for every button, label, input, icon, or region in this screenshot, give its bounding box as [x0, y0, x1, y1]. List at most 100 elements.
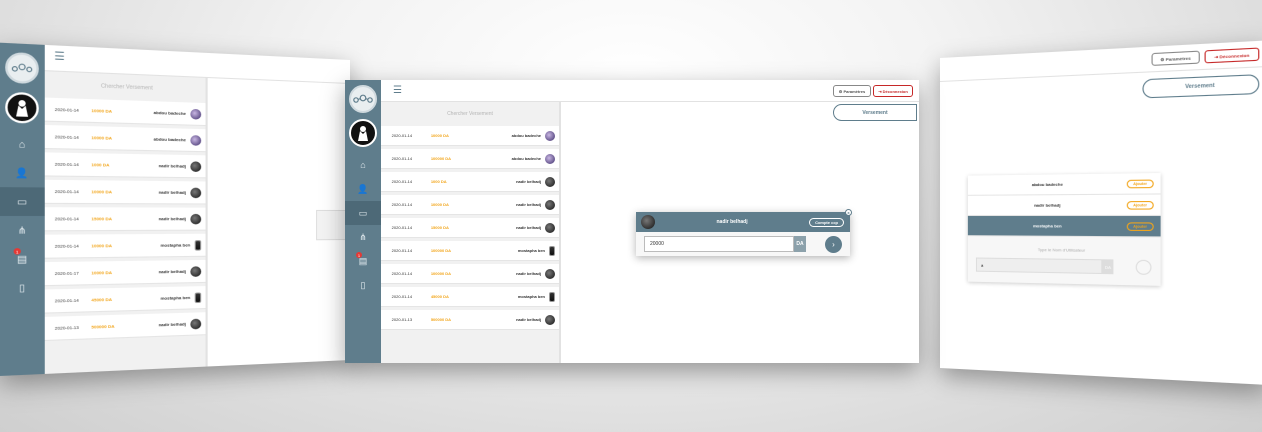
- hamburger-icon[interactable]: ☰: [393, 86, 402, 96]
- logo-icon[interactable]: [349, 85, 377, 113]
- parametres-button[interactable]: ⚙ Paramètres: [1151, 50, 1200, 66]
- profile-avatar[interactable]: [5, 91, 39, 124]
- deconnexion-button[interactable]: ⇥ Déconnexion: [1204, 47, 1260, 64]
- add-user-button[interactable]: Ajouter: [1126, 178, 1154, 188]
- right-screen: ⚙ Paramètres ⇥ Déconnexion Versement abd…: [940, 40, 1262, 386]
- modal-user-name: nadir belhadj: [716, 219, 748, 225]
- row-date: 2020-01-13: [54, 324, 79, 331]
- row-name: mostapha ben: [160, 242, 191, 248]
- chevron-right-icon[interactable]: ›: [825, 235, 842, 253]
- row-name: nadir belhadj: [516, 225, 541, 230]
- transaction-row[interactable]: 2020-01-14 1000 DA nadir belhadj: [381, 172, 559, 192]
- card-icon[interactable]: ▭: [0, 187, 45, 216]
- row-avatar: [194, 239, 202, 251]
- row-avatar: [545, 130, 555, 141]
- home-icon[interactable]: ⌂: [0, 129, 45, 159]
- row-amount: 500000 DA: [430, 317, 452, 322]
- user-edit-icon[interactable]: 👤: [345, 177, 381, 201]
- transaction-list: Chercher Versement 2020-01-14 10000 DA abd…: [381, 102, 559, 363]
- transaction-row[interactable]: 2020-01-14 10000 DA abdou badeche: [381, 126, 559, 146]
- versement-button[interactable]: Versement: [833, 104, 917, 121]
- close-icon[interactable]: x: [845, 209, 852, 216]
- document-icon[interactable]: ▤ 1: [0, 245, 45, 274]
- hamburger-icon[interactable]: ☰: [54, 51, 65, 64]
- row-avatar: [545, 268, 555, 279]
- row-name: mostapha ben: [160, 294, 191, 301]
- transaction-row[interactable]: 2020-01-14 45000 DA mostapha ben: [381, 287, 559, 307]
- row-name: mostapha ben: [517, 248, 545, 253]
- document-icon[interactable]: ▤ 1: [345, 249, 381, 273]
- list-divider: [559, 102, 561, 363]
- submit-button[interactable]: [1135, 259, 1152, 275]
- search-input[interactable]: Chercher Versement: [381, 102, 559, 126]
- user-list-item[interactable]: abdou badeche Ajouter: [967, 173, 1161, 196]
- row-name: nadir belhadj: [158, 321, 186, 328]
- versement-modal: nadir belhadj Compte ccp x 20000 DA ›: [636, 209, 852, 256]
- row-avatar: [549, 291, 555, 302]
- left-sidebar: ⌂ 👤 ▭ ⋔ ▤ 1 ▯: [0, 42, 45, 377]
- row-date: 2020-01-14: [54, 216, 79, 222]
- deconnexion-button[interactable]: ⇥ Déconnexion: [873, 85, 913, 97]
- row-name: nadir belhadj: [516, 271, 541, 276]
- row-amount: 45000 DA: [91, 296, 113, 303]
- transaction-row[interactable]: 2020-01-14 45000 DA mostapha ben: [44, 286, 206, 314]
- network-icon[interactable]: ⋔: [0, 216, 45, 245]
- row-date: 2020-01-14: [391, 179, 413, 184]
- add-user-button[interactable]: Ajouter: [1126, 221, 1154, 231]
- parametres-button[interactable]: ⚙ Paramètres: [833, 85, 871, 97]
- transaction-row[interactable]: 2020-01-14 10000 DA mostapha ben: [44, 233, 206, 259]
- main-sidebar: ⌂ 👤 ▭ ⋔ ▤ 1 ▯: [345, 80, 381, 363]
- transaction-row[interactable]: 2020-01-14 100000 DA mostapha ben: [381, 241, 559, 261]
- row-name: mostapha ben: [517, 294, 545, 299]
- row-avatar: [545, 176, 555, 187]
- row-date: 2020-01-14: [54, 243, 79, 249]
- modal-avatar: [641, 215, 655, 229]
- unit-label: DA: [1102, 259, 1114, 275]
- user-edit-icon[interactable]: 👤: [0, 158, 45, 187]
- user-name: mostapha ben: [1032, 223, 1062, 229]
- file-icon[interactable]: ▯: [345, 273, 381, 297]
- transaction-row[interactable]: 2020-01-14 1000 DA nadir belhadj: [44, 152, 206, 179]
- row-amount: 500000 DA: [91, 323, 115, 330]
- deconnexion-label: Déconnexion: [882, 88, 908, 94]
- card-icon[interactable]: ▭: [345, 201, 381, 225]
- user-list-item[interactable]: nadir belhadj Ajouter: [967, 194, 1161, 216]
- notification-badge: 1: [13, 248, 21, 255]
- row-date: 2020-01-14: [391, 248, 413, 253]
- transaction-row[interactable]: 2020-01-14 15000 DA nadir belhadj: [381, 218, 559, 238]
- row-amount: 10000 DA: [430, 202, 449, 207]
- account-type-pill[interactable]: Compte ccp: [809, 217, 844, 227]
- transaction-row[interactable]: 2020-01-14 10000 DA abdou badeche: [44, 124, 206, 153]
- row-avatar: [190, 108, 202, 120]
- transaction-row[interactable]: 2020-01-13 500000 DA nadir belhadj: [44, 312, 206, 342]
- row-date: 2020-01-14: [391, 156, 413, 161]
- transaction-row[interactable]: 2020-01-14 100000 DA abdou badeche: [381, 149, 559, 169]
- row-name: nadir belhadj: [158, 189, 186, 195]
- left-list: Chercher Versement 2020-01-14 10000 DA abd…: [44, 71, 206, 374]
- row-date: 2020-01-14: [54, 188, 79, 195]
- row-date: 2020-01-14: [391, 294, 413, 299]
- row-name: nadir belhadj: [158, 268, 186, 275]
- file-icon[interactable]: ▯: [0, 273, 45, 303]
- logo-icon[interactable]: [5, 51, 39, 85]
- network-icon[interactable]: ⋔: [345, 225, 381, 249]
- home-icon[interactable]: ⌂: [345, 153, 381, 177]
- transaction-row[interactable]: 2020-01-13 500000 DA nadir belhadj: [381, 310, 559, 330]
- user-list-item[interactable]: mostapha ben Ajouter: [967, 216, 1161, 238]
- main-topbar: ☰ ⚙ Paramètres ⇥ Déconnexion: [381, 80, 919, 102]
- add-user-button[interactable]: Ajouter: [1126, 200, 1154, 210]
- row-amount: 10000 DA: [91, 107, 113, 114]
- row-amount: 1000 DA: [430, 179, 447, 184]
- transaction-row[interactable]: 2020-01-14 15000 DA nadir belhadj: [44, 207, 206, 232]
- modal-body: 20000 DA ›: [636, 232, 850, 256]
- amount-input[interactable]: 20000: [644, 236, 794, 252]
- transaction-row[interactable]: 2020-01-17 10000 DA nadir belhadj: [44, 259, 206, 287]
- profile-avatar[interactable]: [349, 119, 377, 147]
- amount-input[interactable]: a: [975, 257, 1103, 275]
- transaction-row[interactable]: 2020-01-14 10000 DA nadir belhadj: [44, 179, 206, 205]
- versement-button[interactable]: Versement: [1142, 74, 1260, 99]
- transaction-row[interactable]: 2020-01-14 10000 DA abdou badeche: [44, 97, 206, 127]
- transaction-row[interactable]: 2020-01-14 10000 DA nadir belhadj: [381, 195, 559, 215]
- transaction-row[interactable]: 2020-01-14 100000 DA nadir belhadj: [381, 264, 559, 284]
- row-avatar: [190, 318, 202, 329]
